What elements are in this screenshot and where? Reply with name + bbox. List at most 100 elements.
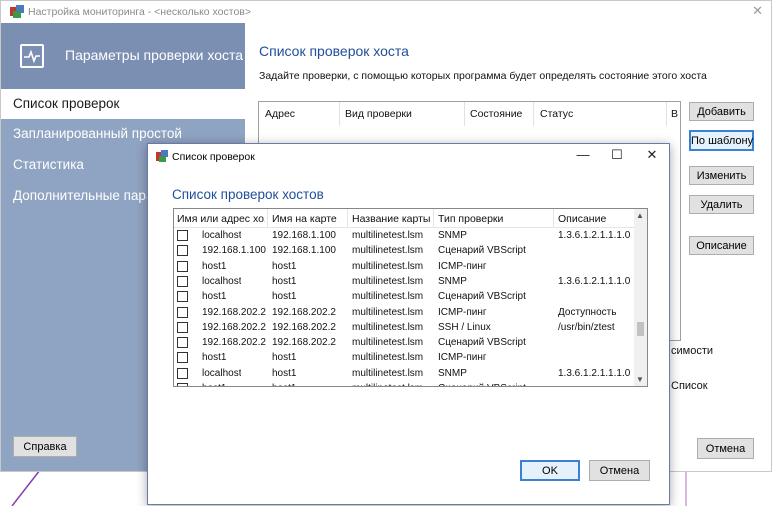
cell-check-type: SNMP — [438, 275, 467, 287]
minimize-icon[interactable]: — — [573, 147, 593, 162]
cell-map-title: multilinetest.lsm — [352, 321, 424, 333]
table-row[interactable]: host1 host1 multilinetest.lsm Сценарий VBSc… — [174, 290, 636, 305]
table-row[interactable]: localhost host1 multilinetest.lsm SNMP 1.3.6… — [174, 367, 636, 382]
cell-map-title: multilinetest.lsm — [352, 230, 424, 241]
content-title: Список проверок хоста — [259, 43, 409, 59]
row-checkbox[interactable] — [177, 367, 188, 379]
cell-map-name: host1 — [272, 352, 297, 364]
app-icon — [10, 5, 24, 18]
cell-description: /usr/bin/ztest — [558, 321, 615, 333]
row-checkbox[interactable] — [177, 260, 188, 272]
main-cancel-button[interactable]: Отмена — [697, 438, 754, 459]
cell-map-title: multilinetest.lsm — [352, 275, 424, 287]
checks-list-dialog: Список проверок — ☐ ✕ Список проверок хо… — [147, 143, 670, 505]
cell-map-name: host1 — [272, 291, 297, 303]
row-checkbox[interactable] — [177, 275, 188, 287]
cell-check-type: SSH / Linux — [438, 321, 491, 333]
column-header-status[interactable]: Статус — [540, 108, 573, 120]
cell-description: 1.3.6.1.2.1.1.1.0 — [558, 275, 631, 287]
table-row[interactable]: 192.168.202.2 192.168.202.2 multilinetest.… — [174, 306, 636, 321]
cell-host: 192.168.202.2 — [202, 337, 266, 349]
dialog-titlebar: Список проверок — ☐ ✕ — [148, 144, 669, 170]
column-header-description[interactable]: Описание — [558, 213, 606, 225]
edit-button[interactable]: Изменить — [689, 166, 754, 185]
grid-header: Имя или адрес хо... Имя на карте Названи… — [174, 209, 636, 228]
row-checkbox[interactable] — [177, 337, 188, 349]
ok-button[interactable]: OK — [520, 460, 580, 481]
row-checkbox[interactable] — [177, 291, 188, 303]
scroll-down-icon[interactable]: ▼ — [636, 375, 644, 384]
row-checkbox[interactable] — [177, 245, 188, 257]
host-checks-grid[interactable]: Имя или адрес хо... Имя на карте Названи… — [173, 208, 648, 387]
cell-map-name: 192.168.1.100 — [272, 245, 336, 257]
cell-map-title: multilinetest.lsm — [352, 291, 424, 303]
cell-host: localhost — [202, 275, 242, 287]
row-checkbox[interactable] — [177, 306, 188, 318]
table-row[interactable]: 192.168.202.2 192.168.202.2 multilinetest.… — [174, 321, 636, 336]
scroll-thumb[interactable] — [637, 322, 644, 336]
column-separator — [267, 209, 268, 228]
template-button[interactable]: По шаблону — [689, 130, 754, 151]
table-row[interactable]: host1 host1 multilinetest.lsm Сценарий VBSc… — [174, 382, 636, 386]
cell-check-type: Сценарий VBScript — [438, 383, 526, 386]
column-header-check-kind[interactable]: Вид проверки — [345, 108, 412, 120]
table-row[interactable]: host1 host1 multilinetest.lsm ICMP-пинг — [174, 351, 636, 366]
sidebar-header-title: Параметры проверки хоста — [65, 47, 244, 63]
column-separator — [464, 102, 465, 126]
cell-host: 192.168.202.2 — [202, 306, 266, 318]
sidebar-item-checks-list[interactable]: Список проверок — [1, 89, 245, 119]
column-header-v[interactable]: В — [671, 108, 678, 120]
column-header-address[interactable]: Адрес — [265, 108, 295, 120]
column-header-map-name[interactable]: Имя на карте — [272, 213, 337, 225]
add-button[interactable]: Добавить — [689, 102, 754, 121]
dependencies-label: симости — [671, 345, 714, 357]
close-icon[interactable]: ✕ — [642, 147, 662, 163]
sidebar-header: Параметры проверки хоста — [1, 23, 245, 89]
column-header-map-title[interactable]: Название карты — [352, 213, 430, 225]
column-separator — [533, 102, 534, 126]
dialog-title: Список проверок — [172, 151, 255, 163]
table-row[interactable]: host1 host1 multilinetest.lsm ICMP-пинг — [174, 260, 636, 275]
cell-host: host1 — [202, 383, 226, 386]
monitor-pulse-icon — [20, 44, 44, 68]
column-header-check-type[interactable]: Тип проверки — [438, 213, 503, 225]
vertical-scrollbar[interactable]: ▲ ▼ — [634, 209, 647, 386]
cell-check-type: SNMP — [438, 230, 467, 241]
table-row[interactable]: localhost 192.168.1.100 multilinetest.lsm S… — [174, 229, 636, 244]
dialog-app-icon — [156, 150, 168, 162]
help-button[interactable]: Справка — [13, 436, 77, 457]
dialog-cancel-button[interactable]: Отмена — [589, 460, 650, 481]
window-close-icon[interactable]: ✕ — [752, 3, 763, 19]
cell-description: Доступность — [558, 306, 617, 318]
column-header-host[interactable]: Имя или адрес хо... — [177, 213, 265, 225]
cell-map-name: 192.168.202.2 — [272, 306, 336, 318]
cell-map-name: host1 — [272, 367, 297, 379]
cell-description: 1.3.6.1.2.1.1.1.0 — [558, 230, 631, 241]
column-separator — [433, 209, 434, 228]
cell-check-type: ICMP-пинг — [438, 260, 487, 272]
cell-host: host1 — [202, 352, 227, 364]
dialog-heading: Список проверок хостов — [172, 187, 324, 202]
table-row[interactable]: 192.168.202.2 192.168.202.2 multilinetest.… — [174, 336, 636, 351]
column-header-state[interactable]: Состояние — [470, 108, 522, 120]
description-button[interactable]: Описание — [689, 236, 754, 255]
maximize-icon[interactable]: ☐ — [607, 147, 627, 163]
row-checkbox[interactable] — [177, 352, 188, 364]
row-checkbox[interactable] — [177, 230, 188, 241]
cell-description: 1.3.6.1.2.1.1.1.0 — [558, 367, 631, 379]
cell-check-type: Сценарий VBScript — [438, 337, 526, 349]
window-titlebar: Настройка мониторинга - <несколько хосто… — [1, 1, 771, 23]
cell-check-type: Сценарий VBScript — [438, 245, 526, 257]
table-row[interactable]: 192.168.1.100 192.168.1.100 multilinetest.… — [174, 244, 636, 259]
row-checkbox[interactable] — [177, 321, 188, 333]
cell-host: 192.168.1.100 — [202, 245, 266, 257]
column-separator — [553, 209, 554, 228]
cell-map-name: 192.168.202.2 — [272, 321, 336, 333]
cell-host: localhost — [202, 367, 242, 379]
row-checkbox[interactable] — [177, 383, 188, 386]
delete-button[interactable]: Удалить — [689, 195, 754, 214]
cell-host: host1 — [202, 260, 227, 272]
table-row[interactable]: localhost host1 multilinetest.lsm SNMP 1.3.6… — [174, 275, 636, 290]
scroll-up-icon[interactable]: ▲ — [636, 211, 644, 220]
list-label: Список — [671, 380, 708, 392]
